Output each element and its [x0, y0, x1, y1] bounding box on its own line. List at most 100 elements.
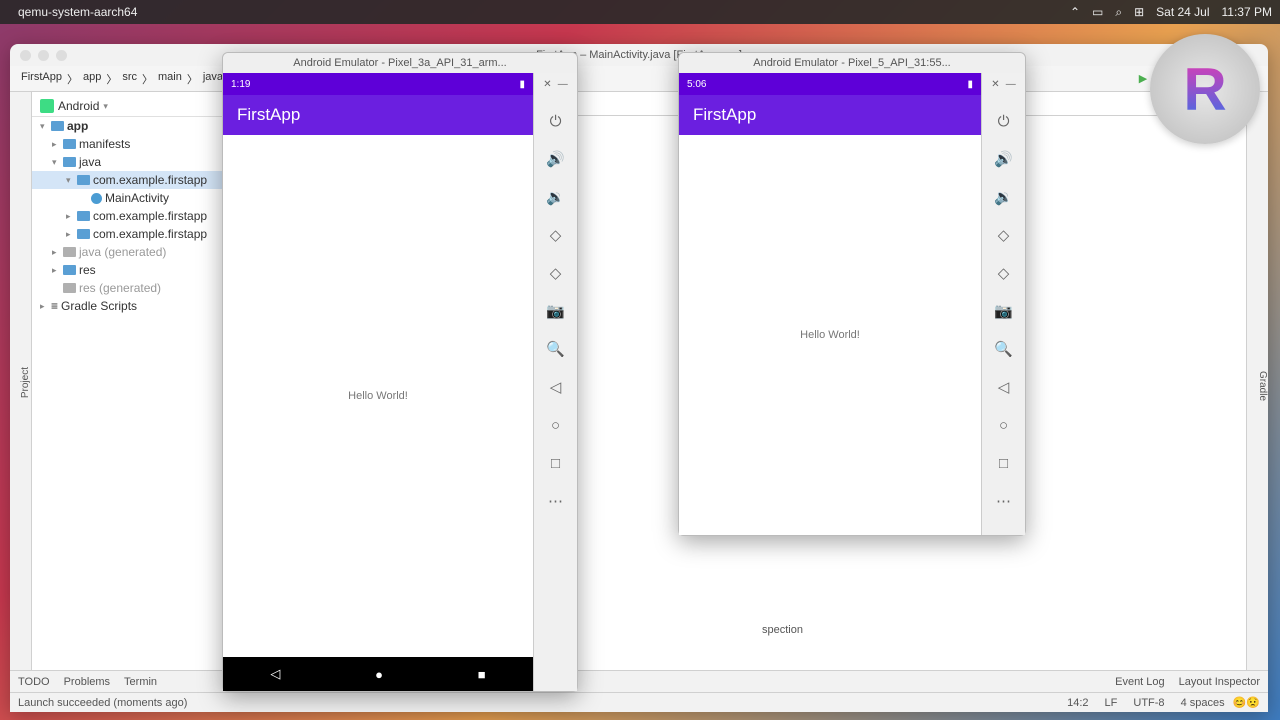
line-sep[interactable]: LF — [1105, 697, 1118, 709]
tree-item[interactable]: ▾com.example.firstapp — [32, 171, 231, 189]
indent[interactable]: 4 spaces — [1181, 697, 1225, 709]
rotate-left-icon[interactable]: ◇ — [545, 224, 567, 246]
minimize-icon[interactable]: — — [558, 79, 568, 90]
ide-window: FirstApp – MainActivity.java [FirstApp.a… — [10, 44, 1268, 712]
window-traffic-lights[interactable] — [20, 50, 67, 61]
power-icon[interactable]: ⏻ — [545, 110, 567, 132]
macos-menubar: qemu-system-aarch64 ⌃ ▭ ⌕ ⊞ Sat 24 Jul 1… — [0, 0, 1280, 24]
tree-label: java — [79, 155, 101, 169]
device-screen-2[interactable]: 5:06 ▮ FirstApp Hello World! — [679, 73, 981, 535]
chevron-icon[interactable]: ▸ — [66, 211, 74, 222]
todo-button[interactable]: TODO — [18, 676, 50, 688]
volume-down-icon[interactable]: 🔉 — [993, 186, 1015, 208]
back-icon[interactable]: ◁ — [270, 666, 280, 682]
more-icon[interactable]: ⋯ — [993, 490, 1015, 512]
tree-item[interactable]: ▸com.example.firstapp — [32, 207, 231, 225]
device-screen-1[interactable]: 1:19 ▮ FirstApp Hello World! ◁ ● ■ — [223, 73, 533, 691]
project-tab[interactable]: Project — [20, 367, 31, 398]
overview-btn-icon[interactable]: □ — [993, 452, 1015, 474]
chevron-icon[interactable]: ▾ — [66, 175, 74, 186]
zoom-icon[interactable]: 🔍 — [993, 338, 1015, 360]
recents-icon[interactable]: ■ — [478, 667, 486, 682]
volume-up-icon[interactable]: 🔊 — [545, 148, 567, 170]
emulator-controls-2: ✕ — ⏻ 🔊 🔉 ◇ ◇ 📷 🔍 ◁ ○ □ ⋯ — [981, 73, 1025, 535]
tree-item[interactable]: ▸≡Gradle Scripts — [32, 297, 231, 315]
close-icon[interactable]: ✕ — [543, 79, 551, 90]
smiley-icon[interactable]: 😊 — [1233, 696, 1247, 709]
rotate-left-icon[interactable]: ◇ — [993, 224, 1015, 246]
camera-icon[interactable]: 📷 — [993, 300, 1015, 322]
tree-item[interactable]: ▸res — [32, 261, 231, 279]
emulator-window-2: Android Emulator - Pixel_5_API_31:55... … — [678, 52, 1026, 536]
breadcrumb[interactable]: FirstApp〉 app〉 src〉 main〉 java — [18, 71, 226, 87]
control-center-icon[interactable]: ⊞ — [1134, 5, 1144, 19]
breadcrumb-item[interactable]: main — [155, 71, 185, 87]
chevron-icon[interactable]: ▾ — [52, 157, 60, 168]
gradle-tab[interactable]: Gradle — [1257, 371, 1268, 401]
event-log-button[interactable]: Event Log — [1115, 676, 1165, 688]
menubar-time[interactable]: 11:37 PM — [1222, 5, 1272, 19]
back-btn-icon[interactable]: ◁ — [993, 376, 1015, 398]
app-bar: FirstApp — [223, 95, 533, 135]
tree-item[interactable]: res (generated) — [32, 279, 231, 297]
folder-icon — [63, 139, 76, 149]
cursor-pos[interactable]: 14:2 — [1067, 697, 1088, 709]
menubar-date[interactable]: Sat 24 Jul — [1156, 5, 1209, 19]
wifi-icon[interactable]: ⌃ — [1070, 5, 1080, 19]
tree-item[interactable]: ▸java (generated) — [32, 243, 231, 261]
encoding[interactable]: UTF-8 — [1133, 697, 1164, 709]
folder-icon — [63, 265, 76, 275]
app-bar: FirstApp — [679, 95, 981, 135]
chevron-icon[interactable]: ▸ — [52, 265, 60, 276]
chevron-icon[interactable]: ▸ — [52, 247, 60, 258]
tree-label: Gradle Scripts — [61, 299, 137, 313]
ide-toolbar: FirstApp〉 app〉 src〉 main〉 java ▶ 🐞 ■ ▦ ▭… — [10, 66, 1268, 92]
power-icon[interactable]: ⏻ — [993, 110, 1015, 132]
breadcrumb-item[interactable]: FirstApp — [18, 71, 65, 87]
overview-btn-icon[interactable]: □ — [545, 452, 567, 474]
rotate-right-icon[interactable]: ◇ — [545, 262, 567, 284]
tree-item[interactable]: ▾ java — [32, 153, 231, 171]
menubar-right: ⌃ ▭ ⌕ ⊞ Sat 24 Jul 11:37 PM — [1070, 5, 1272, 20]
search-icon[interactable]: ⌕ — [1115, 5, 1122, 20]
folder-icon — [77, 229, 90, 239]
gradle-icon: ≡ — [51, 299, 58, 313]
tree-header[interactable]: Android ▾ — [32, 96, 231, 117]
status-bar: Launch succeeded (moments ago) 14:2 LF U… — [10, 692, 1268, 712]
close-icon[interactable]: ✕ — [991, 79, 999, 90]
tree-header-label: Android — [58, 99, 99, 113]
tree-item[interactable]: ▸com.example.firstapp — [32, 225, 231, 243]
chevron-icon[interactable]: ▸ — [66, 229, 74, 240]
android-statusbar: 5:06 ▮ — [679, 73, 981, 95]
layout-inspector-button[interactable]: Layout Inspector — [1179, 676, 1260, 688]
volume-down-icon[interactable]: 🔉 — [545, 186, 567, 208]
zoom-icon[interactable]: 🔍 — [545, 338, 567, 360]
minimize-icon[interactable]: — — [1006, 79, 1016, 90]
terminal-button[interactable]: Termin — [124, 676, 157, 688]
chevron-icon[interactable]: ▸ — [40, 301, 48, 312]
chevron-icon[interactable]: ▸ — [52, 139, 60, 150]
breadcrumb-item[interactable]: src — [119, 71, 140, 87]
tree-item[interactable]: ▾app — [32, 117, 231, 135]
sad-icon[interactable]: 😟 — [1246, 696, 1260, 709]
rotate-right-icon[interactable]: ◇ — [993, 262, 1015, 284]
problems-button[interactable]: Problems — [64, 676, 110, 688]
volume-up-icon[interactable]: 🔊 — [993, 148, 1015, 170]
folder-icon — [63, 283, 76, 293]
bottom-tool-bar: TODO Problems Termin Event Log Layout In… — [10, 670, 1268, 692]
menubar-app-title: qemu-system-aarch64 — [18, 5, 1070, 19]
tree-label: MainActivity — [105, 191, 169, 205]
home-btn-icon[interactable]: ○ — [545, 414, 567, 436]
tree-item[interactable]: ▸manifests — [32, 135, 231, 153]
more-icon[interactable]: ⋯ — [545, 490, 567, 512]
home-btn-icon[interactable]: ○ — [993, 414, 1015, 436]
tree-item[interactable]: MainActivity — [32, 189, 231, 207]
chevron-icon[interactable]: ▾ — [40, 121, 48, 132]
back-btn-icon[interactable]: ◁ — [545, 376, 567, 398]
home-icon[interactable]: ● — [375, 667, 383, 682]
battery-icon: ▮ — [967, 79, 973, 90]
breadcrumb-item[interactable]: app — [80, 71, 104, 87]
run-icon[interactable]: ▶ — [1136, 72, 1150, 86]
battery-icon[interactable]: ▭ — [1092, 5, 1103, 19]
camera-icon[interactable]: 📷 — [545, 300, 567, 322]
